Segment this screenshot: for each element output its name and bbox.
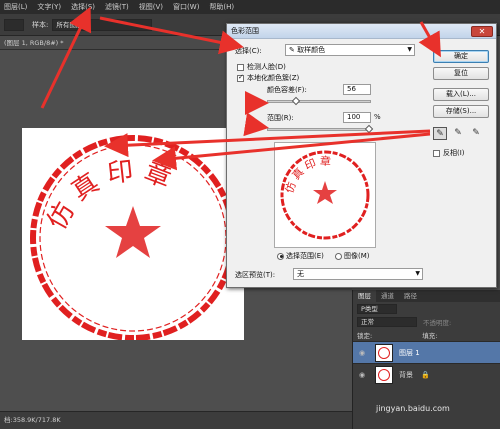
annotation-arrows xyxy=(40,6,441,171)
arrow-to-select-menu xyxy=(40,6,92,109)
arrow-to-range xyxy=(243,112,269,137)
arrow-to-ok xyxy=(418,21,441,58)
watermark: jingyan.baidu.com xyxy=(376,404,450,413)
arrow-to-select-dropdown xyxy=(99,16,244,55)
